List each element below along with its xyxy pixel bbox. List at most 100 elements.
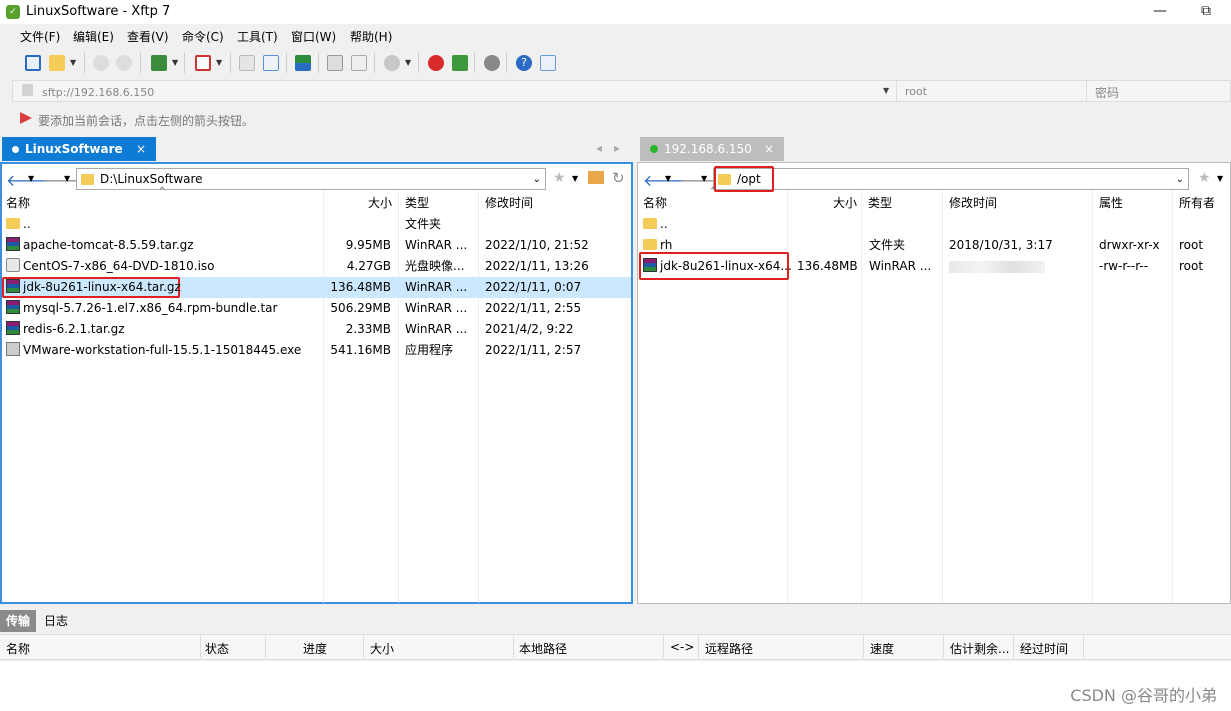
new-session-button[interactable] bbox=[22, 52, 44, 74]
col-modified-header[interactable]: 修改时间 bbox=[485, 194, 533, 214]
file-row[interactable]: apache-tomcat-8.5.59.tar.gz 9.95MB WinRA… bbox=[2, 235, 631, 256]
col-modified-header[interactable]: 修改时间 bbox=[949, 194, 997, 214]
file-row[interactable]: jdk-8u261-linux-x64... 136.48MB WinRAR .… bbox=[638, 252, 1230, 280]
menu-command[interactable]: 命令(C) bbox=[182, 28, 224, 45]
xftp-icon bbox=[452, 55, 468, 71]
hint-text: 要添加当前会话，点击左侧的箭头按钮。 bbox=[38, 114, 255, 128]
col-type-header[interactable]: 类型 bbox=[405, 194, 429, 214]
chat-button[interactable] bbox=[537, 52, 559, 74]
netsarang-button[interactable] bbox=[425, 52, 447, 74]
status-button[interactable] bbox=[381, 52, 403, 74]
chevron-down-icon[interactable]: ▼ bbox=[1217, 174, 1223, 183]
menu-file[interactable]: 文件(F) bbox=[20, 28, 60, 45]
menu-tools[interactable]: 工具(T) bbox=[237, 28, 278, 45]
file-row-selected[interactable]: jdk-8u261-linux-x64.tar.gz 136.48MB WinR… bbox=[2, 277, 631, 298]
file-size: 4.27GB bbox=[346, 259, 391, 273]
local-path-field[interactable]: D:\LinuxSoftware ⌄ bbox=[76, 168, 546, 190]
col-name-header[interactable]: 名称 bbox=[643, 194, 667, 214]
chevron-down-icon[interactable]: ▼ bbox=[216, 58, 222, 67]
file-modified: 2021/4/2, 9:22 bbox=[485, 322, 574, 336]
tab-transfer[interactable]: 传输 bbox=[0, 610, 37, 632]
address-bar[interactable] bbox=[12, 80, 1231, 102]
file-row[interactable]: .. bbox=[638, 214, 1230, 235]
col-owner-header[interactable]: 所有者 bbox=[1179, 194, 1215, 214]
tab-remote-label: 192.168.6.150 bbox=[664, 142, 752, 156]
sort-indicator-icon: ⌃ bbox=[709, 186, 718, 197]
chevron-down-icon[interactable]: ⌄ bbox=[533, 174, 541, 185]
star-icon[interactable]: ★ bbox=[553, 170, 566, 186]
menu-view[interactable]: 查看(V) bbox=[127, 28, 169, 45]
open-session-button[interactable] bbox=[46, 52, 68, 74]
menu-help[interactable]: 帮助(H) bbox=[350, 28, 392, 45]
bottom-tab-bar bbox=[0, 608, 1231, 632]
remote-path-field[interactable]: /opt ⌄ bbox=[713, 168, 1189, 190]
copy-icon bbox=[327, 55, 343, 71]
circle-icon bbox=[384, 55, 400, 71]
parent-folder-icon[interactable] bbox=[588, 171, 604, 184]
sync-button[interactable] bbox=[292, 52, 314, 74]
password-field[interactable]: 密码 bbox=[1095, 84, 1119, 101]
help-button[interactable]: ? bbox=[513, 52, 535, 74]
new-folder-button[interactable] bbox=[148, 52, 170, 74]
col-progress-header[interactable]: 进度 bbox=[303, 640, 327, 657]
export-button[interactable] bbox=[260, 52, 282, 74]
chevron-down-icon[interactable]: ▼ bbox=[701, 174, 707, 183]
toolbar-divider bbox=[474, 53, 475, 73]
chevron-down-icon[interactable]: ▼ bbox=[172, 58, 178, 67]
col-direction-header[interactable]: <-> bbox=[670, 640, 694, 654]
chevron-down-icon[interactable]: ▼ bbox=[64, 174, 70, 183]
chevron-down-icon[interactable]: ▼ bbox=[883, 86, 889, 95]
col-size-header[interactable]: 大小 bbox=[368, 194, 392, 214]
file-row[interactable]: VMware-workstation-full-15.5.1-15018445.… bbox=[2, 340, 631, 361]
col-eta-header[interactable]: 估计剩余... bbox=[950, 640, 1009, 657]
tab-local[interactable]: LinuxSoftware × bbox=[2, 137, 156, 161]
connect-button[interactable] bbox=[90, 52, 112, 74]
col-name-header[interactable]: 名称 bbox=[6, 640, 30, 657]
username-field[interactable]: root bbox=[905, 85, 927, 98]
col-local-path-header[interactable]: 本地路径 bbox=[519, 640, 567, 657]
close-icon[interactable]: × bbox=[764, 142, 774, 156]
col-name-header[interactable]: 名称 bbox=[6, 194, 30, 214]
settings-button[interactable] bbox=[481, 52, 503, 74]
menu-window[interactable]: 窗口(W) bbox=[291, 28, 336, 45]
chevron-down-icon[interactable]: ▼ bbox=[405, 58, 411, 67]
file-row[interactable]: redis-6.2.1.tar.gz 2.33MB WinRAR ... 202… bbox=[2, 319, 631, 340]
refresh-icon[interactable]: ↻ bbox=[612, 169, 625, 187]
col-attr-header[interactable]: 属性 bbox=[1099, 194, 1123, 214]
file-row[interactable]: .. 文件夹 bbox=[2, 214, 631, 235]
maximize-button[interactable]: ⧉ bbox=[1186, 0, 1226, 24]
folder-icon bbox=[81, 173, 94, 185]
chevron-down-icon[interactable]: ⌄ bbox=[1176, 174, 1184, 185]
menu-edit[interactable]: 编辑(E) bbox=[73, 28, 114, 45]
tab-remote[interactable]: 192.168.6.150 × bbox=[640, 137, 784, 161]
minimize-button[interactable]: — bbox=[1140, 0, 1180, 24]
close-icon[interactable]: × bbox=[136, 142, 146, 156]
col-remote-path-header[interactable]: 远程路径 bbox=[705, 640, 753, 657]
address-input[interactable]: sftp://192.168.6.150 bbox=[42, 86, 154, 99]
file-type: WinRAR ... bbox=[405, 238, 468, 252]
col-elapsed-header[interactable]: 经过时间 bbox=[1020, 640, 1068, 657]
star-icon[interactable]: ★ bbox=[1198, 170, 1211, 186]
connect-icon bbox=[93, 55, 109, 71]
xftp-button[interactable] bbox=[449, 52, 471, 74]
disconnect-button[interactable] bbox=[113, 52, 135, 74]
file-row[interactable]: CentOS-7-x86_64-DVD-1810.iso 4.27GB 光盘映像… bbox=[2, 256, 631, 277]
document-button[interactable] bbox=[236, 52, 258, 74]
tab-scroll-left-icon[interactable]: ◂ bbox=[596, 141, 602, 155]
col-type-header[interactable]: 类型 bbox=[868, 194, 892, 214]
file-row[interactable]: mysql-5.7.26-1.el7.x86_64.rpm-bundle.tar… bbox=[2, 298, 631, 319]
play-button[interactable] bbox=[192, 52, 214, 74]
tab-log[interactable]: 日志 bbox=[38, 610, 74, 632]
chevron-down-icon[interactable]: ▼ bbox=[28, 174, 34, 183]
col-speed-header[interactable]: 速度 bbox=[870, 640, 894, 657]
chevron-down-icon[interactable]: ▼ bbox=[572, 174, 578, 183]
file-type: WinRAR ... bbox=[869, 259, 932, 273]
tab-scroll-right-icon[interactable]: ▸ bbox=[614, 141, 620, 155]
copy-button[interactable] bbox=[324, 52, 346, 74]
chevron-down-icon[interactable]: ▼ bbox=[665, 174, 671, 183]
chevron-down-icon[interactable]: ▼ bbox=[70, 58, 76, 67]
properties-button[interactable] bbox=[348, 52, 370, 74]
col-status-header[interactable]: 状态 bbox=[205, 640, 229, 657]
col-size-header[interactable]: 大小 bbox=[833, 194, 857, 214]
col-size-header[interactable]: 大小 bbox=[370, 640, 394, 657]
